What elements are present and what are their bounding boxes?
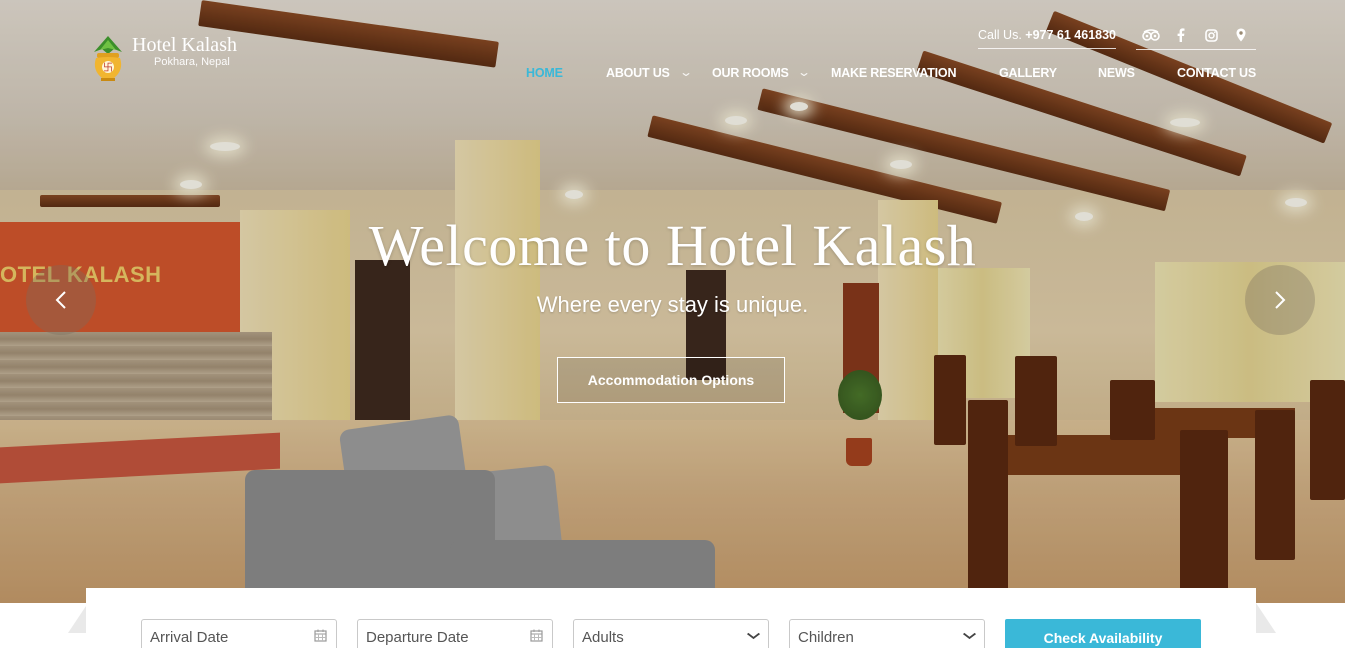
call-us[interactable]: Call Us. +977 61 461830 — [978, 28, 1116, 49]
departure-date-placeholder: Departure Date — [366, 629, 469, 646]
nav-our-rooms[interactable]: OUR ROOMS — [712, 66, 789, 80]
chevron-right-icon — [1275, 291, 1286, 309]
nav-make-reservation[interactable]: MAKE RESERVATION — [831, 66, 956, 80]
svg-text:卐: 卐 — [103, 62, 113, 74]
hero-title: Welcome to Hotel Kalash — [368, 213, 977, 278]
children-select[interactable]: Children — [789, 619, 985, 648]
chevron-down-icon — [962, 628, 977, 643]
top-contact-bar: Call Us. +977 61 461830 — [978, 27, 1256, 50]
chevron-down-icon[interactable]: ⌄ — [797, 65, 811, 79]
slider-next-button[interactable] — [1245, 265, 1315, 335]
calendar-icon — [530, 629, 543, 645]
nav-news[interactable]: NEWS — [1098, 66, 1135, 80]
arrival-date-placeholder: Arrival Date — [150, 629, 229, 646]
hero-subtitle: Where every stay is unique. — [536, 292, 809, 317]
accommodation-options-button[interactable]: Accommodation Options — [557, 357, 785, 403]
kalash-logo-icon: 卐 — [90, 34, 126, 82]
booking-bar: Arrival Date Departure Date Adults Child… — [86, 588, 1256, 648]
call-label: Call Us. — [978, 28, 1022, 42]
chevron-left-icon — [55, 291, 66, 309]
social-links — [1136, 27, 1256, 50]
booking-bar-wing — [1256, 603, 1276, 633]
nav-home[interactable]: HOME — [526, 66, 563, 80]
check-availability-button[interactable]: Check Availability — [1005, 619, 1201, 648]
facebook-icon[interactable] — [1166, 27, 1196, 43]
adults-select[interactable]: Adults — [573, 619, 769, 648]
chevron-down-icon — [746, 628, 761, 643]
instagram-icon[interactable] — [1196, 27, 1226, 43]
main-nav: HOME ABOUT US ⌄ OUR ROOMS ⌄ MAKE RESERVA… — [520, 65, 1256, 82]
site-logo[interactable]: 卐 Hotel Kalash Pokhara, Nepal — [90, 34, 237, 82]
slider-prev-button[interactable] — [26, 265, 96, 335]
chevron-down-icon[interactable]: ⌄ — [679, 65, 693, 79]
tripadvisor-icon[interactable] — [1136, 27, 1166, 43]
booking-bar-wing — [68, 603, 88, 633]
map-pin-icon[interactable] — [1226, 27, 1256, 43]
brand-name: Hotel Kalash — [132, 34, 237, 56]
nav-about-us[interactable]: ABOUT US — [606, 66, 670, 80]
nav-contact-us[interactable]: CONTACT US — [1177, 66, 1256, 80]
brand-location: Pokhara, Nepal — [154, 56, 230, 68]
phone-number[interactable]: +977 61 461830 — [1025, 28, 1116, 42]
nav-gallery[interactable]: GALLERY — [999, 66, 1057, 80]
calendar-icon — [314, 629, 327, 645]
adults-label: Adults — [582, 629, 624, 646]
children-label: Children — [798, 629, 854, 646]
departure-date-field[interactable]: Departure Date — [357, 619, 553, 648]
arrival-date-field[interactable]: Arrival Date — [141, 619, 337, 648]
